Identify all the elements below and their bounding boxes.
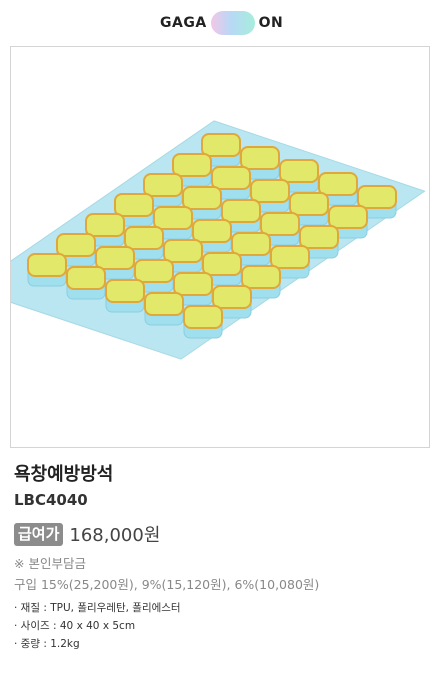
- header: GAGA ON: [0, 0, 440, 46]
- spec-weight: · 중량 : 1.2kg: [14, 638, 80, 650]
- product-image-cushion: [0, 120, 426, 360]
- logo-right-text: ON: [258, 15, 284, 31]
- brand-logo[interactable]: GAGA ON: [160, 10, 283, 36]
- copay-note: ※ 본인부담금: [14, 556, 86, 571]
- copay-details: 구입 15%(25,200원), 9%(15,120원), 6%(10,080원…: [14, 577, 320, 592]
- spec-material: · 재질 : TPU, 폴리우레탄, 폴리에스터: [14, 602, 181, 614]
- insurance-price-badge: 급여가: [14, 522, 64, 546]
- product-title: 욕창예방방석: [14, 464, 114, 485]
- cushion-air-cell: [66, 266, 106, 300]
- logo-left-text: GAGA: [160, 15, 207, 31]
- price-row: 급여가 168,000원: [14, 521, 160, 547]
- product-code: LBC4040: [14, 491, 88, 509]
- cushion-air-cell: [27, 253, 67, 287]
- product-image-frame: [0, 46, 430, 448]
- cushion-air-cell: [105, 279, 145, 313]
- spec-size: · 사이즈 : 40 x 40 x 5cm: [14, 620, 136, 632]
- product-price: 168,000원: [69, 525, 161, 546]
- cushion-air-cell: [144, 292, 184, 326]
- logo-gradient-pill-icon: [210, 11, 255, 35]
- cushion-air-cell: [183, 305, 223, 339]
